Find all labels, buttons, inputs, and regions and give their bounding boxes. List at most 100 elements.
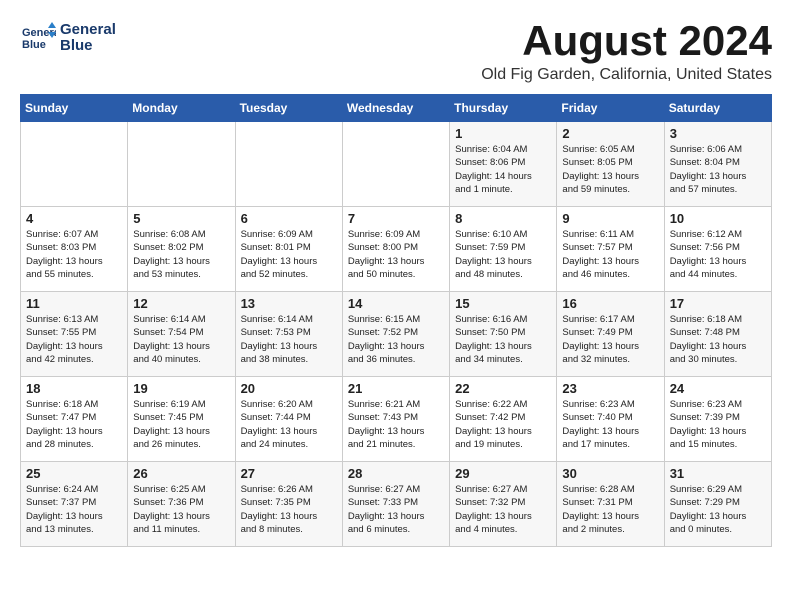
cell-info: Sunrise: 6:18 AM Sunset: 7:47 PM Dayligh… bbox=[26, 398, 122, 451]
cell-info: Sunrise: 6:14 AM Sunset: 7:54 PM Dayligh… bbox=[133, 313, 229, 366]
week-row-1: 1Sunrise: 6:04 AM Sunset: 8:06 PM Daylig… bbox=[21, 122, 772, 207]
cell-info: Sunrise: 6:07 AM Sunset: 8:03 PM Dayligh… bbox=[26, 228, 122, 281]
cell-info: Sunrise: 6:13 AM Sunset: 7:55 PM Dayligh… bbox=[26, 313, 122, 366]
cell-info: Sunrise: 6:29 AM Sunset: 7:29 PM Dayligh… bbox=[670, 483, 766, 536]
day-number: 23 bbox=[562, 381, 658, 396]
day-number: 22 bbox=[455, 381, 551, 396]
calendar-cell: 28 Sunrise: 6:27 AM Sunset: 7:33 PM Dayli… bbox=[342, 462, 449, 547]
calendar-cell: 1Sunrise: 6:04 AM Sunset: 8:06 PM Daylig… bbox=[450, 122, 557, 207]
day-number: 20 bbox=[241, 381, 337, 396]
day-number: 6 bbox=[241, 211, 337, 226]
calendar-table: SundayMondayTuesdayWednesdayThursdayFrid… bbox=[20, 94, 772, 547]
week-row-3: 11 Sunrise: 6:13 AM Sunset: 7:55 PM Dayli… bbox=[21, 292, 772, 377]
day-header-tuesday: Tuesday bbox=[235, 95, 342, 122]
cell-info: Sunrise: 6:15 AM Sunset: 7:52 PM Dayligh… bbox=[348, 313, 444, 366]
calendar-cell: 3Sunrise: 6:06 AM Sunset: 8:04 PM Daylig… bbox=[664, 122, 771, 207]
day-number: 29 bbox=[455, 466, 551, 481]
day-header-wednesday: Wednesday bbox=[342, 95, 449, 122]
cell-info: Sunrise: 6:23 AM Sunset: 7:39 PM Dayligh… bbox=[670, 398, 766, 451]
calendar-cell: 21 Sunrise: 6:21 AM Sunset: 7:43 PM Dayli… bbox=[342, 377, 449, 462]
day-number: 19 bbox=[133, 381, 229, 396]
day-number: 26 bbox=[133, 466, 229, 481]
cell-info: Sunrise: 6:19 AM Sunset: 7:45 PM Dayligh… bbox=[133, 398, 229, 451]
calendar-cell bbox=[21, 122, 128, 207]
calendar-cell: 24 Sunrise: 6:23 AM Sunset: 7:39 PM Dayli… bbox=[664, 377, 771, 462]
cell-info: Sunrise: 6:06 AM Sunset: 8:04 PM Dayligh… bbox=[670, 143, 766, 196]
calendar-cell: 6 Sunrise: 6:09 AM Sunset: 8:01 PM Daylig… bbox=[235, 207, 342, 292]
logo-general: General bbox=[60, 22, 116, 39]
calendar-cell: 5Sunrise: 6:08 AM Sunset: 8:02 PM Daylig… bbox=[128, 207, 235, 292]
week-row-5: 25 Sunrise: 6:24 AM Sunset: 7:37 PM Dayli… bbox=[21, 462, 772, 547]
day-number: 11 bbox=[26, 296, 122, 311]
cell-info: Sunrise: 6:25 AM Sunset: 7:36 PM Dayligh… bbox=[133, 483, 229, 536]
calendar-cell: 18 Sunrise: 6:18 AM Sunset: 7:47 PM Dayli… bbox=[21, 377, 128, 462]
day-number: 16 bbox=[562, 296, 658, 311]
calendar-cell bbox=[128, 122, 235, 207]
calendar-cell: 17 Sunrise: 6:18 AM Sunset: 7:48 PM Dayli… bbox=[664, 292, 771, 377]
calendar-body: 1Sunrise: 6:04 AM Sunset: 8:06 PM Daylig… bbox=[21, 122, 772, 547]
day-number: 21 bbox=[348, 381, 444, 396]
calendar-cell: 31 Sunrise: 6:29 AM Sunset: 7:29 PM Dayli… bbox=[664, 462, 771, 547]
day-number: 27 bbox=[241, 466, 337, 481]
calendar-cell: 15Sunrise: 6:16 AM Sunset: 7:50 PM Dayli… bbox=[450, 292, 557, 377]
day-number: 25 bbox=[26, 466, 122, 481]
day-number: 14 bbox=[348, 296, 444, 311]
cell-info: Sunrise: 6:09 AM Sunset: 8:00 PM Dayligh… bbox=[348, 228, 444, 281]
cell-info: Sunrise: 6:04 AM Sunset: 8:06 PM Dayligh… bbox=[455, 143, 551, 196]
day-number: 18 bbox=[26, 381, 122, 396]
cell-info: Sunrise: 6:27 AM Sunset: 7:33 PM Dayligh… bbox=[348, 483, 444, 536]
cell-info: Sunrise: 6:20 AM Sunset: 7:44 PM Dayligh… bbox=[241, 398, 337, 451]
calendar-cell: 27Sunrise: 6:26 AM Sunset: 7:35 PM Dayli… bbox=[235, 462, 342, 547]
month-title: August 2024 bbox=[481, 20, 772, 62]
cell-info: Sunrise: 6:05 AM Sunset: 8:05 PM Dayligh… bbox=[562, 143, 658, 196]
calendar-cell: 11 Sunrise: 6:13 AM Sunset: 7:55 PM Dayli… bbox=[21, 292, 128, 377]
calendar-cell: 4 Sunrise: 6:07 AM Sunset: 8:03 PM Daylig… bbox=[21, 207, 128, 292]
svg-text:Blue: Blue bbox=[22, 39, 46, 51]
logo: General Blue General Blue bbox=[20, 20, 116, 56]
day-header-saturday: Saturday bbox=[664, 95, 771, 122]
day-number: 17 bbox=[670, 296, 766, 311]
day-number: 4 bbox=[26, 211, 122, 226]
cell-info: Sunrise: 6:21 AM Sunset: 7:43 PM Dayligh… bbox=[348, 398, 444, 451]
day-number: 9 bbox=[562, 211, 658, 226]
calendar-cell: 26 Sunrise: 6:25 AM Sunset: 7:36 PM Dayli… bbox=[128, 462, 235, 547]
page-header: General Blue General Blue August 2024 Ol… bbox=[20, 20, 772, 84]
logo-blue: Blue bbox=[60, 38, 116, 55]
cell-info: Sunrise: 6:27 AM Sunset: 7:32 PM Dayligh… bbox=[455, 483, 551, 536]
cell-info: Sunrise: 6:18 AM Sunset: 7:48 PM Dayligh… bbox=[670, 313, 766, 366]
location-title: Old Fig Garden, California, United State… bbox=[481, 66, 772, 84]
day-number: 10 bbox=[670, 211, 766, 226]
week-row-2: 4 Sunrise: 6:07 AM Sunset: 8:03 PM Daylig… bbox=[21, 207, 772, 292]
calendar-cell: 12 Sunrise: 6:14 AM Sunset: 7:54 PM Dayli… bbox=[128, 292, 235, 377]
day-header-thursday: Thursday bbox=[450, 95, 557, 122]
calendar-cell: 25 Sunrise: 6:24 AM Sunset: 7:37 PM Dayli… bbox=[21, 462, 128, 547]
calendar-header: SundayMondayTuesdayWednesdayThursdayFrid… bbox=[21, 95, 772, 122]
cell-info: Sunrise: 6:09 AM Sunset: 8:01 PM Dayligh… bbox=[241, 228, 337, 281]
header-row: SundayMondayTuesdayWednesdayThursdayFrid… bbox=[21, 95, 772, 122]
logo-icon: General Blue bbox=[20, 20, 56, 56]
cell-info: Sunrise: 6:17 AM Sunset: 7:49 PM Dayligh… bbox=[562, 313, 658, 366]
day-number: 2 bbox=[562, 126, 658, 141]
title-section: August 2024 Old Fig Garden, California, … bbox=[481, 20, 772, 84]
calendar-cell: 29 Sunrise: 6:27 AM Sunset: 7:32 PM Dayli… bbox=[450, 462, 557, 547]
day-number: 28 bbox=[348, 466, 444, 481]
day-header-sunday: Sunday bbox=[21, 95, 128, 122]
calendar-cell bbox=[342, 122, 449, 207]
week-row-4: 18 Sunrise: 6:18 AM Sunset: 7:47 PM Dayli… bbox=[21, 377, 772, 462]
calendar-cell: 19 Sunrise: 6:19 AM Sunset: 7:45 PM Dayli… bbox=[128, 377, 235, 462]
cell-info: Sunrise: 6:12 AM Sunset: 7:56 PM Dayligh… bbox=[670, 228, 766, 281]
day-number: 12 bbox=[133, 296, 229, 311]
cell-info: Sunrise: 6:24 AM Sunset: 7:37 PM Dayligh… bbox=[26, 483, 122, 536]
calendar-cell: 30Sunrise: 6:28 AM Sunset: 7:31 PM Dayli… bbox=[557, 462, 664, 547]
calendar-cell: 10 Sunrise: 6:12 AM Sunset: 7:56 PM Dayli… bbox=[664, 207, 771, 292]
cell-info: Sunrise: 6:14 AM Sunset: 7:53 PM Dayligh… bbox=[241, 313, 337, 366]
day-number: 8 bbox=[455, 211, 551, 226]
calendar-cell: 14 Sunrise: 6:15 AM Sunset: 7:52 PM Dayli… bbox=[342, 292, 449, 377]
day-number: 24 bbox=[670, 381, 766, 396]
day-number: 31 bbox=[670, 466, 766, 481]
cell-info: Sunrise: 6:28 AM Sunset: 7:31 PM Dayligh… bbox=[562, 483, 658, 536]
calendar-cell: 16 Sunrise: 6:17 AM Sunset: 7:49 PM Dayli… bbox=[557, 292, 664, 377]
cell-info: Sunrise: 6:11 AM Sunset: 7:57 PM Dayligh… bbox=[562, 228, 658, 281]
calendar-cell: 2 Sunrise: 6:05 AM Sunset: 8:05 PM Daylig… bbox=[557, 122, 664, 207]
calendar-cell: 22Sunrise: 6:22 AM Sunset: 7:42 PM Dayli… bbox=[450, 377, 557, 462]
